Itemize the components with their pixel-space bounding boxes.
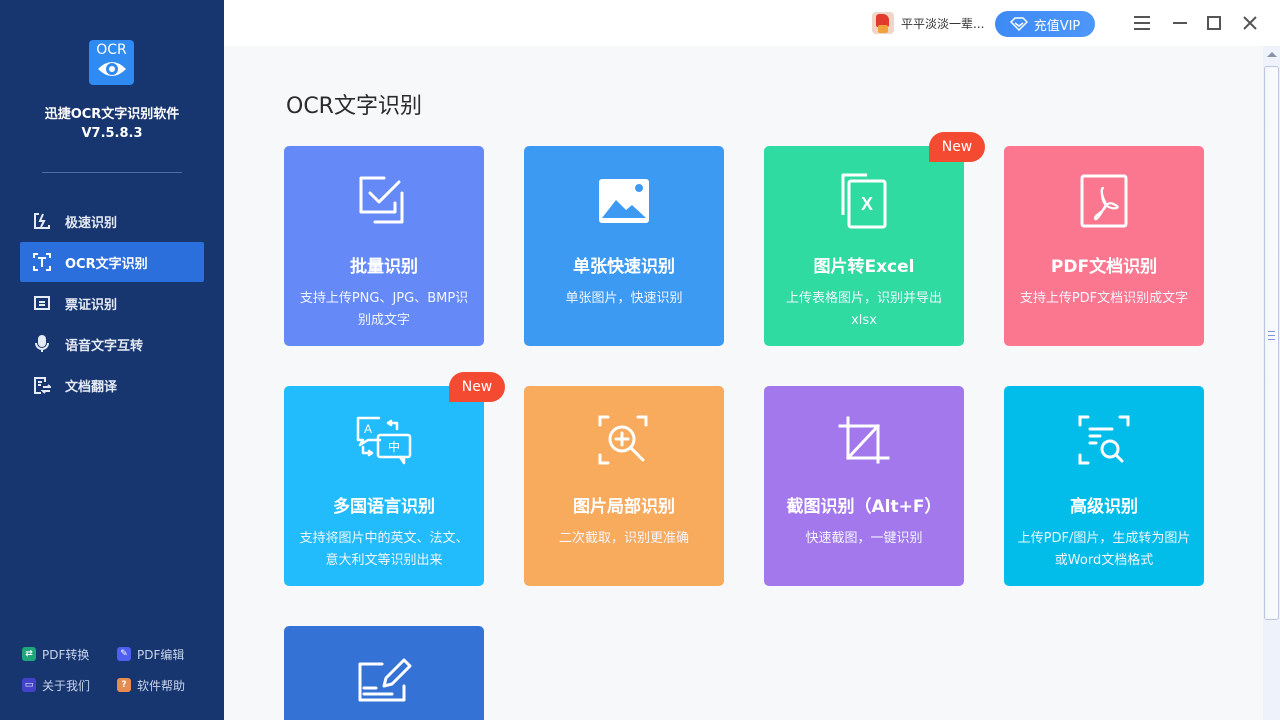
text-scan-icon	[33, 253, 51, 271]
crop-icon	[834, 411, 894, 471]
pdf-edit-link[interactable]: ✎ PDF编辑	[117, 644, 212, 664]
microphone-icon	[33, 335, 51, 353]
sidebar-item-voice-text[interactable]: 语音文字互转	[20, 324, 204, 364]
help-link[interactable]: ? 软件帮助	[117, 675, 212, 695]
vip-label: 充值VIP	[1033, 18, 1081, 34]
card-title: 图片局部识别	[573, 497, 675, 517]
document-translate-icon	[33, 376, 51, 394]
sidebar-item-doc-translate[interactable]: 文档翻译	[20, 365, 204, 405]
sidebar-divider	[42, 172, 182, 173]
card-pdf-recognition[interactable]: PDF文档识别 支持上传PDF文档识别成文字	[1004, 146, 1204, 346]
card-title: 多国语言识别	[333, 497, 435, 517]
help-question-icon: ?	[117, 678, 131, 692]
sidebar-item-ticket[interactable]: 票证识别	[20, 283, 204, 323]
grip-icon	[1268, 331, 1275, 340]
sidebar-item-label: 票证识别	[65, 297, 118, 313]
pdf-convert-link[interactable]: ⇄ PDF转换	[22, 644, 117, 664]
close-icon	[1243, 16, 1257, 30]
sidebar-item-fast-recognition[interactable]: 极速识别	[20, 201, 204, 241]
scrollbar-thumb[interactable]	[1264, 66, 1279, 620]
card-desc: 单张图片，快速识别	[565, 291, 683, 306]
card-title: 截图识别（Alt+F）	[786, 497, 942, 517]
app-logo: OCR	[89, 40, 134, 85]
sidebar-item-label: 文档翻译	[65, 379, 118, 395]
language-translate-icon: A 中	[354, 411, 414, 471]
card-partial-recognition[interactable]: 图片局部识别 二次截取，识别更准确	[524, 386, 724, 586]
card-desc: 支持上传PDF文档识别成文字	[1019, 291, 1189, 306]
sidebar-item-label: 语音文字互转	[65, 338, 144, 354]
card-title: PDF文档识别	[1050, 257, 1158, 277]
card-single-quick[interactable]: 单张快速识别 单张图片，快速识别	[524, 146, 724, 346]
svg-text:A: A	[364, 422, 372, 436]
bottom-link-label: PDF编辑	[137, 647, 185, 662]
zoom-region-icon	[594, 411, 654, 471]
card-desc: 支持将图片中的英文、法文、意大利文等识别出来	[299, 531, 469, 568]
bottom-links: ⇄ PDF转换 ✎ PDF编辑 ▭ 关于我们 ? 软件帮助	[22, 644, 212, 706]
sidebar: OCR 迅捷OCR文字识别软件 V7.5.8.3 极速识别 OCR文字识别 票证…	[0, 0, 224, 720]
eye-icon	[97, 62, 126, 76]
card-desc: 二次截取，识别更准确	[558, 531, 689, 546]
bottom-link-label: PDF转换	[42, 647, 90, 662]
scroll-up-arrow-icon[interactable]	[1267, 52, 1277, 57]
app-version: V7.5.8.3	[81, 126, 143, 141]
sidebar-item-label: 极速识别	[65, 215, 118, 231]
svg-text:中: 中	[388, 439, 400, 454]
avatar	[872, 12, 894, 34]
card-desc: 上传表格图片，识别并导出xlsx	[785, 291, 942, 328]
card-title: 图片转Excel	[813, 257, 915, 277]
card-desc: 支持上传PNG、JPG、BMP识别成文字	[299, 291, 469, 328]
ticket-icon	[33, 294, 51, 312]
card-title: 批量识别	[350, 257, 418, 277]
card-title: 高级识别	[1070, 497, 1138, 517]
vertical-scrollbar[interactable]	[1263, 46, 1280, 720]
about-us-link[interactable]: ▭ 关于我们	[22, 675, 117, 695]
hamburger-menu-icon	[1134, 16, 1150, 30]
card-batch-recognition[interactable]: 批量识别 支持上传PNG、JPG、BMP识别成文字	[284, 146, 484, 346]
recharge-vip-button[interactable]: 充值VIP	[995, 11, 1095, 37]
card-desc: 快速截图，一键识别	[805, 531, 923, 546]
image-icon	[594, 171, 654, 231]
card-desc: 上传PDF/图片，生成转为图片或Word文档格式	[1017, 531, 1191, 568]
title-bar: 平平淡淡一辈... 充值VIP	[224, 0, 1280, 46]
card-title: 单张快速识别	[573, 257, 675, 277]
about-chat-icon: ▭	[22, 678, 36, 692]
pdf-icon	[1074, 171, 1134, 231]
new-badge: New	[449, 372, 505, 402]
card-handwriting[interactable]	[284, 626, 484, 720]
batch-check-icon	[354, 171, 414, 231]
menu-button[interactable]	[1131, 12, 1153, 34]
logo-text: OCR	[96, 42, 127, 58]
svg-text:X: X	[861, 194, 873, 214]
advanced-scan-icon	[1074, 411, 1134, 471]
page-title: OCR文字识别	[286, 94, 422, 119]
diamond-icon	[1009, 17, 1028, 31]
maximize-button[interactable]	[1203, 12, 1225, 34]
new-badge: New	[929, 132, 985, 162]
maximize-icon	[1207, 16, 1221, 30]
sidebar-item-label: OCR文字识别	[65, 256, 148, 272]
handwriting-edit-icon	[354, 651, 414, 711]
card-multi-language[interactable]: A 中 多国语言识别 支持将图片中的英文、法文、意大利文等识别出来	[284, 386, 484, 586]
bottom-link-label: 软件帮助	[137, 678, 186, 693]
close-button[interactable]	[1239, 12, 1261, 34]
pdf-convert-icon: ⇄	[22, 647, 36, 661]
username: 平平淡淡一辈...	[901, 16, 985, 31]
minimize-icon	[1173, 22, 1187, 24]
user-profile[interactable]: 平平淡淡一辈...	[872, 12, 984, 34]
sidebar-item-ocr-text[interactable]: OCR文字识别	[20, 242, 204, 282]
minimize-button[interactable]	[1169, 12, 1191, 34]
lightning-frame-icon	[33, 212, 51, 230]
card-screenshot-recognition[interactable]: 截图识别（Alt+F） 快速截图，一键识别	[764, 386, 964, 586]
card-advanced-recognition[interactable]: 高级识别 上传PDF/图片，生成转为图片或Word文档格式	[1004, 386, 1204, 586]
bottom-link-label: 关于我们	[42, 678, 91, 693]
pdf-edit-icon: ✎	[117, 647, 131, 661]
card-image-to-excel[interactable]: X 图片转Excel 上传表格图片，识别并导出xlsx	[764, 146, 964, 346]
app-name: 迅捷OCR文字识别软件	[44, 107, 180, 122]
excel-icon: X	[834, 171, 894, 231]
sidebar-nav: 极速识别 OCR文字识别 票证识别 语音文字互转 文档翻译	[20, 201, 204, 406]
